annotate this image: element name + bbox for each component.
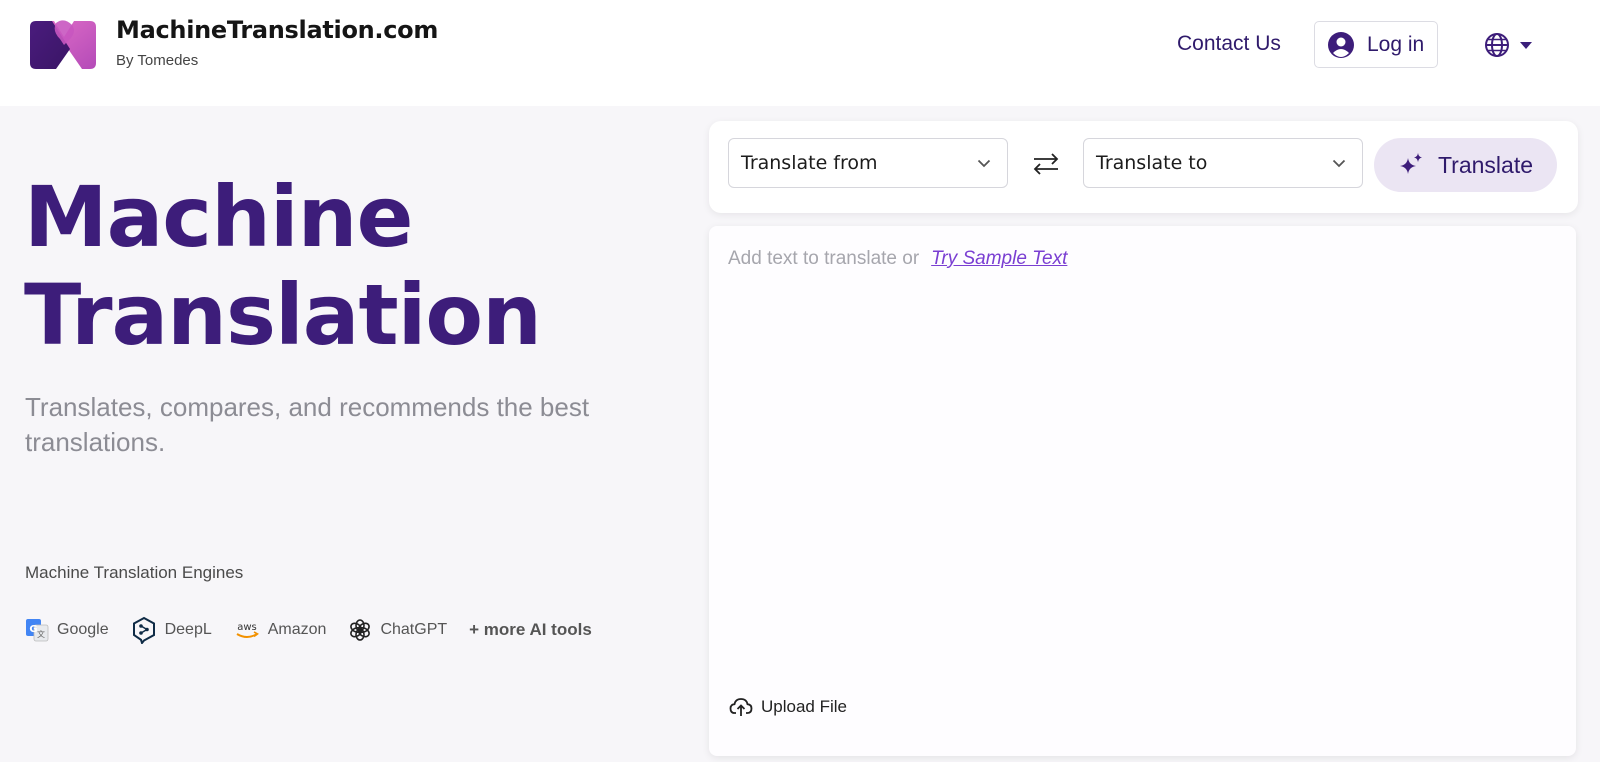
source-text-panel: Add text to translate or Try Sample Text… bbox=[709, 226, 1576, 756]
try-sample-text-link[interactable]: Try Sample Text bbox=[931, 248, 1067, 270]
engines-heading: Machine Translation Engines bbox=[25, 563, 244, 582]
translate-controls: Translate from Translate to Translate bbox=[709, 121, 1578, 213]
login-button[interactable]: Log in bbox=[1314, 21, 1438, 68]
more-ai-tools-link[interactable]: + more AI tools bbox=[469, 620, 592, 640]
caret-down-icon bbox=[1520, 41, 1532, 49]
hero-title-line-1: Machine bbox=[24, 168, 413, 266]
hero-title: Machine Translation bbox=[24, 168, 542, 364]
translate-from-select[interactable]: Translate from bbox=[728, 138, 1008, 188]
source-text-input[interactable] bbox=[727, 246, 1557, 676]
google-translate-icon: G 文 bbox=[26, 619, 49, 642]
svg-text:文: 文 bbox=[37, 629, 45, 639]
chatgpt-icon bbox=[350, 619, 371, 641]
translate-button-label: Translate bbox=[1437, 151, 1534, 178]
engines-list: G 文 Google DeepL aws Amazon ChatGPT + mo… bbox=[25, 614, 592, 646]
contact-us-link[interactable]: Contact Us bbox=[1177, 32, 1281, 56]
login-label: Log in bbox=[1367, 32, 1425, 56]
engine-google: G 文 Google bbox=[25, 618, 109, 642]
hero-title-line-2: Translation bbox=[24, 266, 542, 364]
engine-label: ChatGPT bbox=[380, 621, 448, 638]
upload-file-button[interactable]: Upload File bbox=[729, 696, 847, 718]
chevron-down-icon bbox=[1332, 159, 1346, 167]
engine-deepl: DeepL bbox=[131, 616, 212, 644]
deepl-icon bbox=[132, 616, 155, 644]
language-selector[interactable] bbox=[1484, 30, 1544, 60]
aws-icon: aws bbox=[236, 622, 259, 638]
site-header: MachineTranslation.com By Tomedes Contac… bbox=[0, 0, 1600, 106]
chevron-down-icon bbox=[977, 159, 991, 167]
translate-to-label: Translate to bbox=[1096, 152, 1208, 174]
upload-file-label: Upload File bbox=[761, 697, 847, 716]
engine-chatgpt: ChatGPT bbox=[348, 618, 447, 642]
swap-languages-icon[interactable] bbox=[1030, 150, 1062, 178]
translate-button[interactable]: Translate bbox=[1374, 138, 1557, 192]
engine-label: Google bbox=[57, 621, 109, 638]
cloud-upload-icon bbox=[729, 698, 753, 716]
engine-label: DeepL bbox=[164, 621, 212, 638]
engine-label: Amazon bbox=[267, 621, 327, 638]
sparkle-icon bbox=[1399, 153, 1422, 174]
brand-name[interactable]: MachineTranslation.com bbox=[116, 16, 438, 44]
engine-amazon: aws Amazon bbox=[234, 619, 327, 641]
user-avatar-icon bbox=[1328, 31, 1354, 58]
brand-subtitle: By Tomedes bbox=[116, 52, 199, 69]
hero-subtitle: Translates, compares, and recommends the… bbox=[25, 392, 590, 457]
translate-from-label: Translate from bbox=[741, 152, 878, 174]
logo-icon[interactable] bbox=[30, 19, 96, 69]
svg-text:aws: aws bbox=[237, 622, 257, 633]
globe-icon bbox=[1485, 33, 1509, 57]
translate-to-select[interactable]: Translate to bbox=[1083, 138, 1363, 188]
